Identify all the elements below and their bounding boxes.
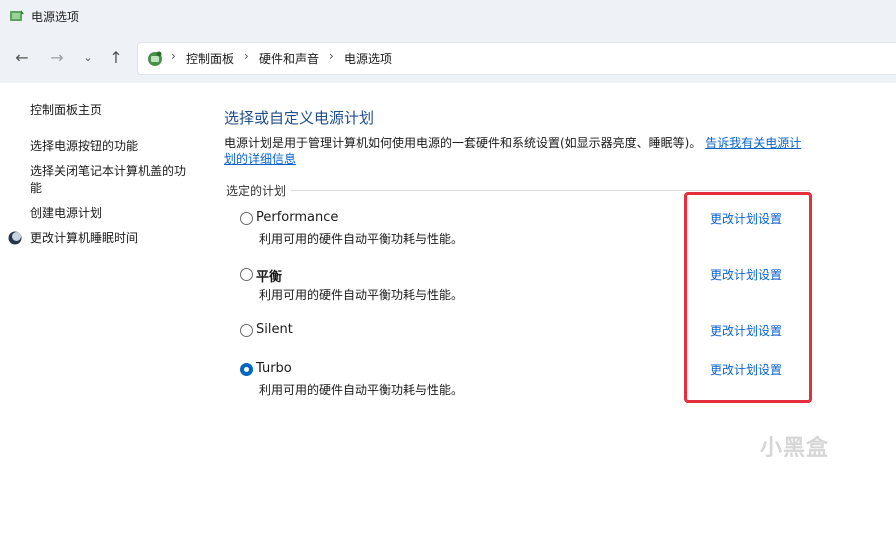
radio-silent[interactable] (240, 324, 253, 337)
plan-name-performance[interactable]: Performance (256, 210, 338, 225)
forward-arrow-icon[interactable]: → (46, 46, 68, 68)
page-description: 电源计划是用于管理计算机如何使用电源的一套硬件和系统设置(如显示器亮度、睡眠等)… (224, 135, 804, 167)
window-title: 电源选项 (31, 10, 80, 24)
selected-plans-label: 选定的计划 (226, 184, 287, 198)
plan-name-silent[interactable]: Silent (256, 322, 293, 337)
page-heading: 选择或自定义电源计划 (224, 109, 375, 127)
up-arrow-icon[interactable]: ↑ (105, 46, 127, 68)
breadcrumb-separator-icon: › (244, 49, 249, 63)
watermark: 小黑盒 (760, 436, 830, 461)
radio-turbo[interactable] (240, 363, 253, 376)
plan-name-turbo[interactable]: Turbo (256, 361, 292, 376)
address-bar[interactable]: › 控制面板 › 硬件和声音 › 电源选项 (137, 42, 896, 75)
breadcrumb-separator-icon: › (329, 49, 334, 63)
breadcrumb-control-panel[interactable]: 控制面板 (186, 50, 234, 67)
plan-desc-performance: 利用可用的硬件自动平衡功耗与性能。 (259, 232, 464, 246)
sidebar-item-lid-close[interactable]: 选择关闭笔记本计算机盖的功能 (30, 163, 195, 197)
radio-balanced[interactable] (240, 268, 253, 281)
sleep-moon-icon (8, 231, 22, 245)
control-panel-icon (148, 51, 162, 66)
content-area: 控制面板主页 选择电源按钮的功能 选择关闭笔记本计算机盖的功能 创建电源计划 更… (0, 83, 896, 558)
power-options-icon (10, 10, 24, 21)
sidebar-item-create-plan[interactable]: 创建电源计划 (30, 205, 195, 222)
plan-desc-balanced: 利用可用的硬件自动平衡功耗与性能。 (259, 288, 464, 302)
radio-performance[interactable] (240, 212, 253, 225)
breadcrumb-hardware-sound[interactable]: 硬件和声音 (259, 50, 319, 67)
sidebar-item-sleep-time[interactable]: 更改计算机睡眠时间 (30, 230, 195, 247)
plan-desc-turbo: 利用可用的硬件自动平衡功耗与性能。 (259, 383, 464, 397)
back-arrow-icon[interactable]: ← (11, 46, 33, 68)
title-bar: 电源选项 (0, 0, 896, 31)
chevron-down-icon[interactable]: ⌄ (77, 46, 99, 68)
sidebar-item-power-button[interactable]: 选择电源按钮的功能 (30, 138, 195, 155)
breadcrumb-separator-icon: › (171, 49, 176, 63)
sidebar-item-control-panel-home[interactable]: 控制面板主页 (30, 102, 195, 119)
group-divider (291, 190, 810, 191)
breadcrumb-power-options[interactable]: 电源选项 (344, 50, 392, 67)
annotation-highlight-box (684, 192, 812, 403)
plan-name-balanced[interactable]: 平衡 (256, 266, 282, 285)
description-text: 电源计划是用于管理计算机如何使用电源的一套硬件和系统设置(如显示器亮度、睡眠等)… (224, 136, 702, 150)
